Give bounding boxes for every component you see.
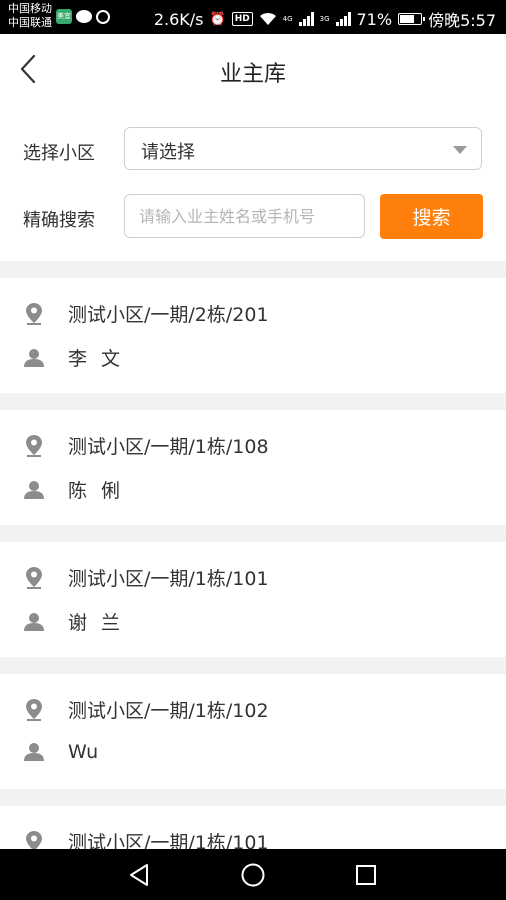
community-select[interactable]: 请选择 (124, 127, 482, 170)
recents-square-icon[interactable] (352, 861, 380, 889)
community-label: 选择小区 (23, 143, 95, 164)
owner-list: 测试小区/一期/2栋/201 李文 测试小区/一期/1栋/108 陈俐 测试小区… (0, 261, 506, 849)
notification-icon (96, 9, 110, 24)
search-button[interactable]: 搜索 (380, 194, 483, 239)
owner-card[interactable]: 测试小区/一期/2栋/201 李文 (0, 278, 506, 393)
community-select-value: 请选择 (141, 142, 195, 163)
signal-icon-2 (335, 12, 351, 26)
person-icon (24, 610, 44, 634)
owner-address: 测试小区/一期/1栋/101 (68, 568, 269, 590)
owner-card[interactable]: 测试小区/一期/1栋/101 谢兰 (0, 542, 506, 657)
network-speed: 2.6K/s (153, 9, 204, 29)
caret-down-icon (453, 146, 467, 154)
owner-address: 测试小区/一期/1栋/101 (68, 832, 269, 849)
clock: 傍晚5:57 (428, 11, 496, 30)
carrier-1: 中国移动 (8, 2, 52, 15)
person-icon (24, 346, 44, 370)
page-title: 业主库 (219, 62, 286, 87)
search-label: 精确搜索 (23, 210, 95, 231)
location-pin-icon (24, 698, 44, 722)
location-pin-icon (24, 830, 44, 849)
person-icon (24, 478, 44, 502)
owner-name: 谢兰 (68, 612, 135, 634)
owner-name: 陈俐 (68, 480, 135, 502)
home-circle-icon[interactable] (239, 861, 267, 889)
carrier-2: 中国联通 (8, 16, 52, 29)
system-nav-bar (0, 849, 506, 900)
owner-name: 李文 (68, 348, 135, 370)
hd-icon: HD (231, 12, 253, 26)
owner-card[interactable]: 测试小区/一期/1栋/108 陈俐 (0, 410, 506, 525)
app-icon: 美宜 (56, 9, 72, 24)
app-header: 业主库 (0, 34, 506, 106)
person-icon (24, 740, 44, 764)
owner-card[interactable]: 测试小区/一期/1栋/101 (0, 806, 506, 849)
owner-address: 测试小区/一期/1栋/108 (68, 436, 269, 458)
notification-icons: 美宜 (56, 9, 110, 24)
alarm-icon: ⏰ (209, 11, 226, 27)
location-pin-icon (24, 566, 44, 590)
location-pin-icon (24, 302, 44, 326)
owner-name: Wu (68, 741, 99, 763)
status-right: 2.6K/s ⏰ HD 4G 3G 71% 傍晚5:57 (154, 7, 496, 31)
carrier-info: 中国移动 中国联通 (8, 2, 52, 30)
signal-icon (298, 12, 314, 26)
network-type-1: 4G (282, 15, 293, 23)
network-type-2: 3G (319, 15, 330, 23)
status-bar: 中国移动 中国联通 美宜 2.6K/s ⏰ HD 4G 3G 71% 傍晚5:5… (0, 0, 506, 34)
back-triangle-icon[interactable] (126, 861, 154, 889)
battery-percent: 71% (356, 9, 393, 29)
owner-address: 测试小区/一期/2栋/201 (68, 304, 269, 326)
owner-address: 测试小区/一期/1栋/102 (68, 700, 269, 722)
battery-icon (398, 13, 426, 25)
wifi-icon (259, 12, 276, 25)
owner-card[interactable]: 测试小区/一期/1栋/102 Wu (0, 674, 506, 789)
message-icon (76, 10, 92, 23)
search-input[interactable] (124, 194, 365, 238)
location-pin-icon (24, 434, 44, 458)
